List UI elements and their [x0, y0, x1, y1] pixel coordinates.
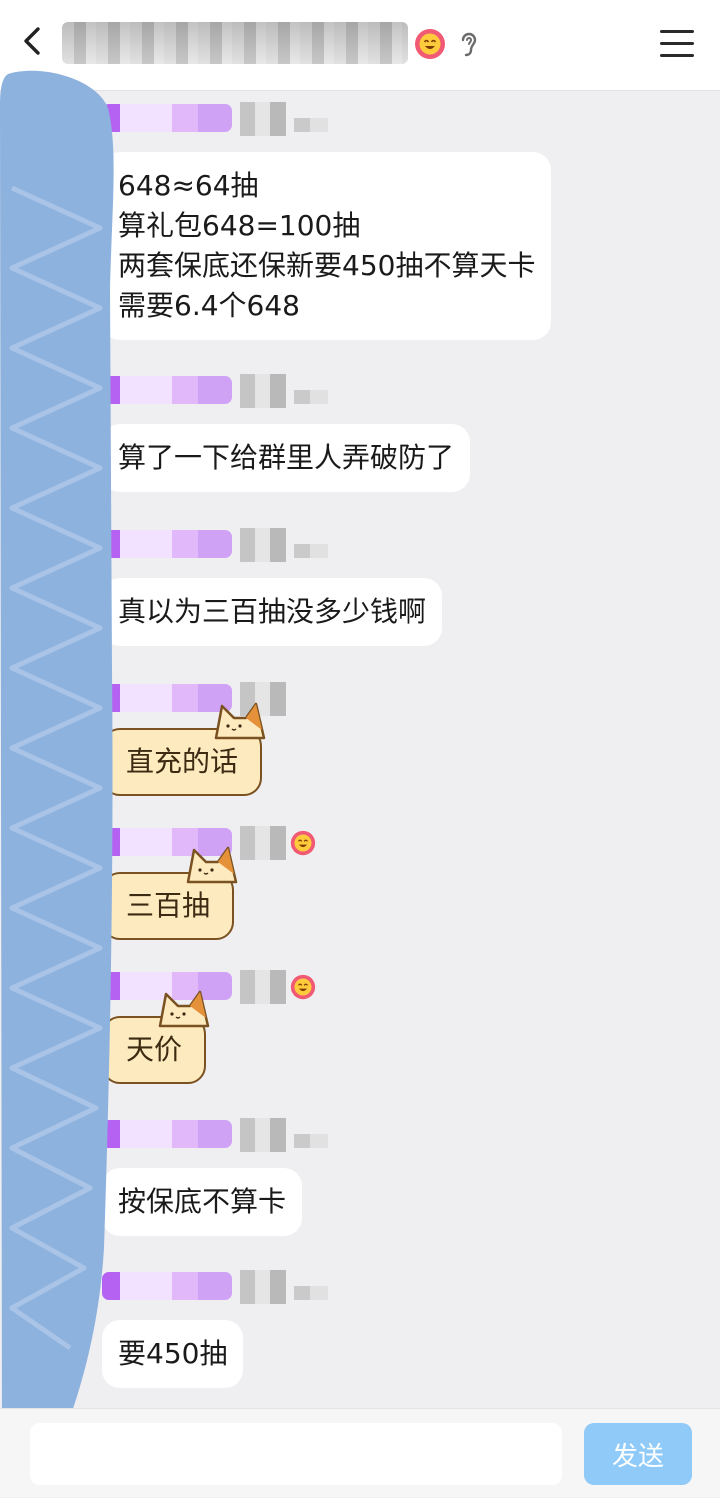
- sender-meta-redacted: [294, 390, 328, 404]
- message-bubble[interactable]: 按保底不算卡: [102, 1168, 303, 1236]
- message-bubble[interactable]: 要450抽: [102, 1320, 244, 1388]
- sender-row: [102, 102, 551, 136]
- cat-sticker-bubble[interactable]: 直充的话: [102, 702, 266, 796]
- sender-tag-redacted: [102, 104, 232, 132]
- sender-tag-redacted: [102, 530, 232, 558]
- message-text: 直充的话: [126, 745, 239, 778]
- message-bubble[interactable]: 648≈64抽 算礼包648=100抽 两套保底还保新要450抽不算天卡 需要6…: [102, 152, 552, 340]
- sender-name-redacted: [240, 826, 286, 860]
- sender-name-redacted: [240, 528, 286, 562]
- message-item: 648≈64抽 算礼包648=100抽 两套保底还保新要450抽不算天卡 需要6…: [102, 102, 552, 340]
- sender-meta-redacted: [294, 544, 328, 558]
- cat-sticker-bubble[interactable]: 天价: [102, 990, 210, 1084]
- send-button[interactable]: 发送: [584, 1423, 692, 1485]
- input-bar: 发送: [0, 1408, 720, 1497]
- sender-name-redacted: [240, 970, 286, 1004]
- sender-row: [102, 1118, 328, 1152]
- sender-name-redacted: [240, 1270, 286, 1304]
- sender-row: [102, 1270, 328, 1304]
- level-badge-icon: [290, 830, 316, 856]
- message-item: 真以为三百抽没多少钱啊: [102, 528, 443, 646]
- level-badge-icon: [415, 29, 445, 59]
- message-item: 三百抽: [102, 826, 316, 940]
- message-list: 648≈64抽 算礼包648=100抽 两套保底还保新要450抽不算天卡 需要6…: [0, 90, 720, 1408]
- message-bubble[interactable]: 真以为三百抽没多少钱啊: [102, 578, 443, 646]
- cat-sticker-bubble[interactable]: 三百抽: [102, 846, 238, 940]
- ear-icon[interactable]: [458, 29, 480, 59]
- cat-ears-icon: [214, 702, 266, 740]
- level-badge-icon: [290, 974, 316, 1000]
- sender-name-redacted: [240, 1118, 286, 1152]
- cat-ears-icon: [186, 846, 238, 884]
- message-text: 天价: [126, 1033, 183, 1066]
- sender-name-redacted: [240, 374, 286, 408]
- sender-meta-redacted: [294, 1286, 328, 1300]
- sender-row: [102, 374, 470, 408]
- back-icon[interactable]: [18, 25, 48, 57]
- sender-tag-redacted: [102, 1120, 232, 1148]
- sender-row: [102, 528, 442, 562]
- sender-tag-redacted: [102, 1272, 232, 1300]
- message-item: 算了一下给群里人弄破防了: [102, 374, 471, 492]
- cat-ears-icon: [158, 990, 210, 1028]
- message-text: 三百抽: [126, 889, 211, 922]
- sender-meta-redacted: [294, 1134, 328, 1148]
- sender-tag-redacted: [102, 376, 232, 404]
- chat-header: [0, 0, 720, 91]
- sender-meta-redacted: [294, 118, 328, 132]
- message-item: 直充的话: [102, 682, 286, 796]
- chat-title-redacted: [62, 22, 408, 64]
- message-input[interactable]: [30, 1423, 562, 1485]
- message-bubble[interactable]: 算了一下给群里人弄破防了: [102, 424, 471, 492]
- menu-icon[interactable]: [660, 30, 694, 58]
- message-item: 要450抽: [102, 1270, 328, 1388]
- message-item: 按保底不算卡: [102, 1118, 328, 1236]
- message-item: 天价: [102, 970, 316, 1084]
- sender-name-redacted: [240, 102, 286, 136]
